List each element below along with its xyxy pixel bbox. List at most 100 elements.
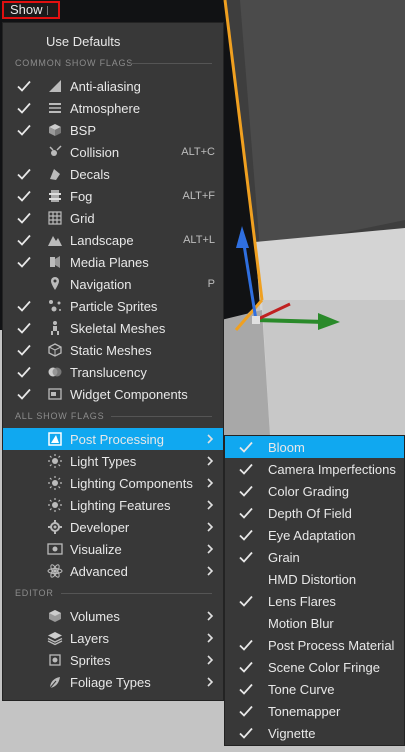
submenu-label: Light Types — [70, 454, 137, 469]
chevron-right-icon — [205, 432, 215, 446]
checkmark-icon — [16, 78, 32, 94]
checkmark-icon — [238, 681, 254, 697]
show-flags-button[interactable]: Show — [2, 1, 60, 19]
checkmark-icon — [16, 298, 32, 314]
checkmark-icon — [16, 210, 32, 226]
checkmark-icon — [16, 254, 32, 270]
submenu-label: Post Processing — [70, 432, 164, 447]
show-flag-item[interactable]: Navigation P — [3, 273, 223, 295]
post-process-flag-item[interactable]: Lens Flares — [225, 590, 404, 612]
show-flag-item[interactable]: Static Meshes — [3, 339, 223, 361]
show-flag-item[interactable]: Translucency — [3, 361, 223, 383]
checkmark-icon — [238, 593, 254, 609]
show-flag-item[interactable]: Skeletal Meshes — [3, 317, 223, 339]
post-process-flag-item[interactable]: Eye Adaptation — [225, 524, 404, 546]
developer-icon — [47, 519, 63, 535]
chevron-right-icon — [205, 564, 215, 578]
editor-submenu-item[interactable]: Foliage Types — [3, 671, 223, 693]
use-defaults-item[interactable]: Use Defaults — [3, 30, 223, 52]
editor-submenu-item[interactable]: Layers — [3, 627, 223, 649]
post-process-flag-item[interactable]: Grain — [225, 546, 404, 568]
post-processing-icon — [47, 431, 63, 447]
advanced-icon — [47, 563, 63, 579]
submenu-item[interactable]: Post Processing — [3, 428, 223, 450]
show-flag-item[interactable]: Fog ALT+F — [3, 185, 223, 207]
show-flag-item[interactable]: Media Planes — [3, 251, 223, 273]
post-process-flag-item[interactable]: Vignette — [225, 722, 404, 744]
show-flag-label: Widget Components — [70, 387, 188, 402]
checkmark-icon — [238, 637, 254, 653]
navigation-icon — [47, 276, 63, 292]
skeletal-meshes-icon — [47, 320, 63, 336]
show-flag-item[interactable]: Anti-aliasing — [3, 75, 223, 97]
post-process-flag-item[interactable]: Depth Of Field — [225, 502, 404, 524]
use-defaults-label: Use Defaults — [46, 34, 121, 49]
checkmark-icon — [16, 166, 32, 182]
show-flag-item[interactable]: Atmosphere — [3, 97, 223, 119]
show-flag-label: Fog — [70, 189, 93, 204]
show-flag-item[interactable]: Landscape ALT+L — [3, 229, 223, 251]
submenu-item[interactable]: Developer — [3, 516, 223, 538]
submenu-label: Foliage Types — [70, 675, 151, 690]
shortcut-label: ALT+F — [182, 190, 215, 202]
show-flag-label: Skeletal Meshes — [70, 321, 166, 336]
post-process-flag-item[interactable]: Post Process Material — [225, 634, 404, 656]
post-process-flag-label: Motion Blur — [268, 616, 334, 631]
checkmark-icon — [238, 483, 254, 499]
atmosphere-icon — [47, 100, 63, 116]
editor-submenu-item[interactable]: Sprites — [3, 649, 223, 671]
show-flag-item[interactable]: BSP — [3, 119, 223, 141]
checkmark-icon — [238, 659, 254, 675]
checkmark-icon — [16, 232, 32, 248]
post-process-flag-item[interactable]: HMD Distortion — [225, 568, 404, 590]
post-process-flag-item[interactable]: Scene Color Fringe — [225, 656, 404, 678]
post-process-flag-label: Lens Flares — [268, 594, 336, 609]
show-flag-label: Media Planes — [70, 255, 149, 270]
checkmark-icon — [238, 527, 254, 543]
submenu-label: Lighting Components — [70, 476, 193, 491]
post-process-flag-item[interactable]: Camera Imperfections — [225, 458, 404, 480]
checkmark-icon — [238, 461, 254, 477]
submenu-label: Sprites — [70, 653, 111, 668]
show-flag-item[interactable]: Decals — [3, 163, 223, 185]
antialias-icon — [47, 78, 63, 94]
visualize-icon — [47, 541, 63, 557]
post-process-flag-item[interactable]: Tonemapper — [225, 700, 404, 722]
post-process-flag-label: Scene Color Fringe — [268, 660, 380, 675]
post-process-flag-label: Eye Adaptation — [268, 528, 356, 543]
editor-submenu-item[interactable]: Volumes — [3, 605, 223, 627]
show-flag-item[interactable]: Widget Components — [3, 383, 223, 405]
submenu-label: Layers — [70, 631, 110, 646]
show-flag-label: Atmosphere — [70, 101, 141, 116]
show-flag-item[interactable]: Particle Sprites — [3, 295, 223, 317]
submenu-item[interactable]: Light Types — [3, 450, 223, 472]
collision-icon — [47, 144, 63, 160]
chevron-right-icon — [205, 520, 215, 534]
sprites-icon — [47, 652, 63, 668]
checkmark-icon — [238, 505, 254, 521]
post-process-flag-item[interactable]: Tone Curve — [225, 678, 404, 700]
submenu-item[interactable]: Advanced — [3, 560, 223, 582]
all-show-flags-header: ALL SHOW FLAGS — [15, 411, 105, 421]
post-process-flag-label: Bloom — [268, 440, 305, 455]
show-flags-menu: Use Defaults COMMON SHOW FLAGS Anti-alia… — [2, 22, 224, 701]
submenu-item[interactable]: Visualize — [3, 538, 223, 560]
static-meshes-icon — [47, 342, 63, 358]
submenu-item[interactable]: Lighting Features — [3, 494, 223, 516]
checkmark-icon — [16, 320, 32, 336]
submenu-label: Visualize — [70, 542, 122, 557]
show-flag-item[interactable]: Grid — [3, 207, 223, 229]
checkmark-icon — [16, 188, 32, 204]
post-process-flag-label: Camera Imperfections — [268, 462, 396, 477]
post-process-flag-item[interactable]: Bloom — [225, 436, 404, 458]
post-process-flag-label: Vignette — [268, 726, 316, 741]
post-process-flag-item[interactable]: Color Grading — [225, 480, 404, 502]
grid-icon — [47, 210, 63, 226]
checkmark-icon — [238, 703, 254, 719]
post-process-flag-label: Color Grading — [268, 484, 349, 499]
post-process-flag-item[interactable]: Motion Blur — [225, 612, 404, 634]
show-flag-item[interactable]: Collision ALT+C — [3, 141, 223, 163]
lighting-features-icon — [47, 497, 63, 513]
media-planes-icon — [47, 254, 63, 270]
submenu-item[interactable]: Lighting Components — [3, 472, 223, 494]
